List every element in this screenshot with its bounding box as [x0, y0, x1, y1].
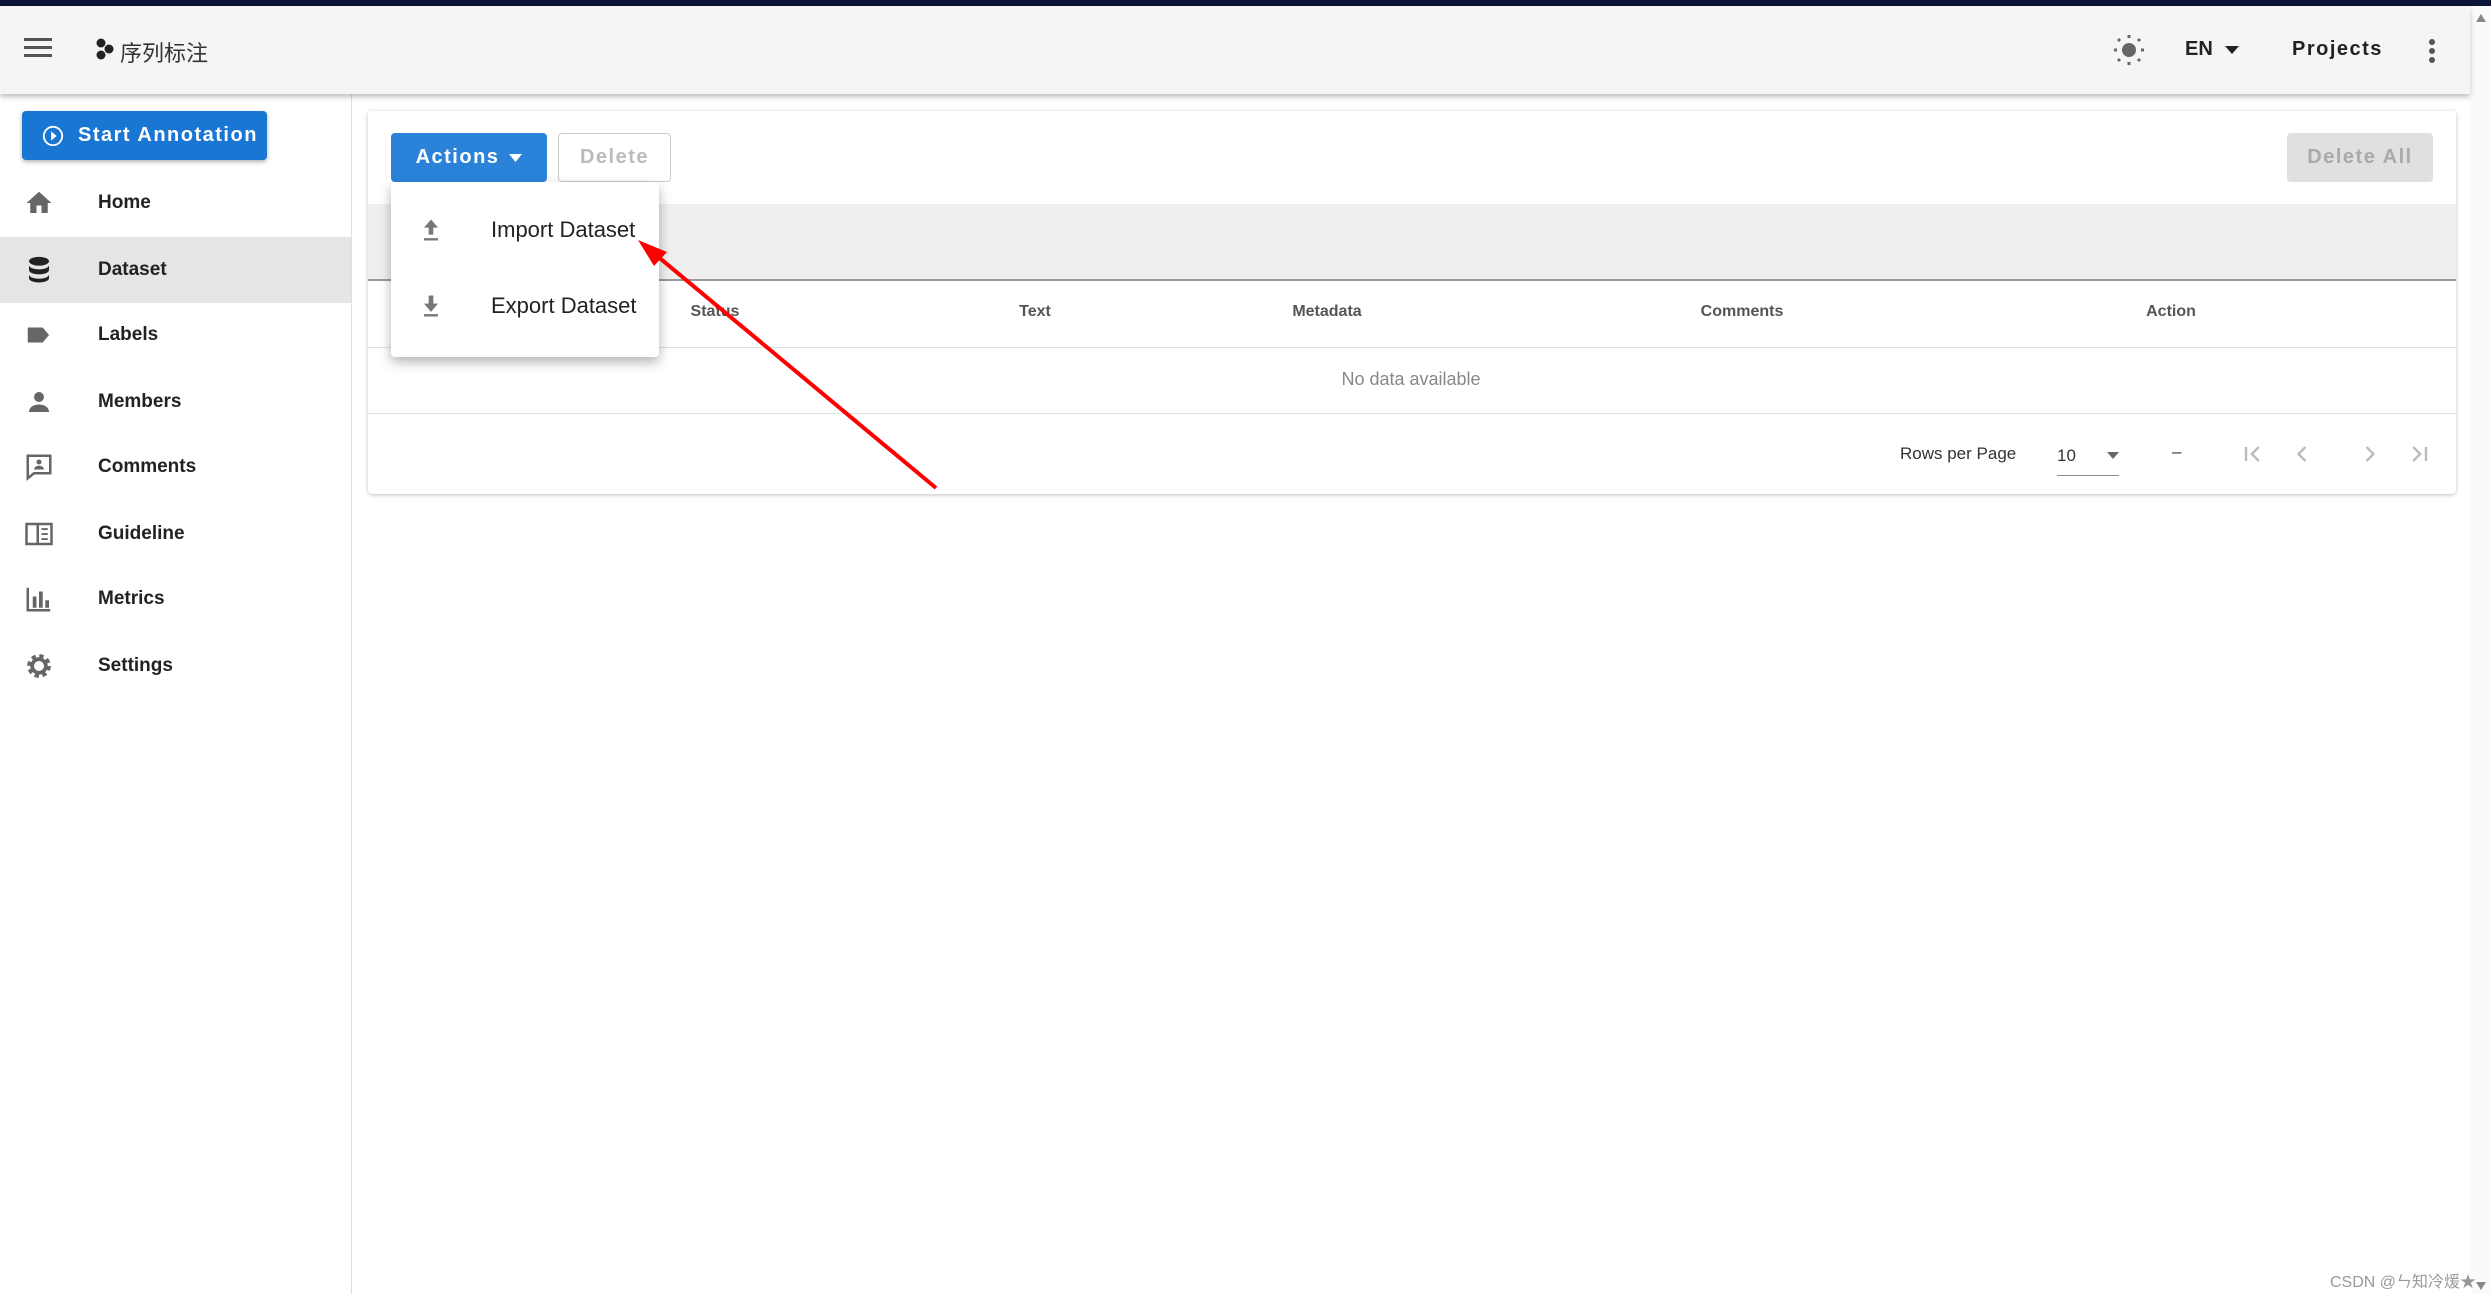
rows-per-page-label: Rows per Page — [1900, 444, 2017, 463]
download-icon — [424, 295, 438, 317]
divider — [368, 347, 2456, 348]
app-bar: 序列标注 EN Projects — [0, 6, 2470, 94]
language-select[interactable]: EN — [2185, 38, 2239, 61]
book-icon — [25, 522, 53, 546]
sidebar-item-label: Dataset — [98, 259, 167, 280]
app-title[interactable]: 序列标注 — [120, 36, 208, 68]
column-header-status[interactable]: Status — [691, 303, 740, 321]
menu-item-label: Export Dataset — [491, 293, 637, 318]
sidebar-item-label: Home — [98, 192, 151, 213]
scroll-up-icon[interactable] — [2476, 14, 2486, 22]
database-icon — [29, 256, 49, 283]
comment-icon — [26, 454, 52, 481]
bar-chart-icon — [26, 587, 51, 612]
delete-all-button[interactable]: Delete All — [2287, 133, 2433, 182]
column-header-text[interactable]: Text — [1019, 303, 1051, 321]
watermark: CSDN @ㄣ知冷煖★ — [2330, 1274, 2477, 1291]
menu-icon[interactable] — [24, 36, 52, 58]
sidebar: Home Dataset Labels Members Comments Gui… — [0, 94, 352, 1294]
caret-down-icon — [509, 153, 523, 162]
actions-menu: Import Dataset Export Dataset — [391, 182, 659, 357]
scroll-down-icon[interactable] — [2476, 1282, 2486, 1290]
menu-item-label: Import Dataset — [491, 217, 636, 242]
caret-down-icon — [2107, 452, 2119, 459]
sidebar-item-dataset[interactable]: Dataset — [0, 237, 351, 303]
logo-icon — [96, 38, 114, 60]
label-icon — [27, 327, 49, 343]
table-toolbar — [368, 204, 2456, 281]
page-range: – — [2172, 442, 2182, 461]
previous-page-icon[interactable] — [2288, 440, 2316, 468]
delete-button[interactable]: Delete — [558, 133, 671, 182]
menu-item-import-dataset[interactable]: Import Dataset — [391, 192, 659, 268]
play-circle-icon — [42, 125, 64, 146]
sidebar-item-label: Settings — [98, 655, 173, 676]
sidebar-item-label: Comments — [98, 456, 197, 477]
theme-toggle-icon[interactable] — [2113, 34, 2145, 66]
rows-per-page-value: 10 — [2057, 445, 2076, 465]
actions-label: Actions — [415, 146, 500, 168]
start-annotation-button[interactable]: Start Annotation — [22, 111, 267, 160]
column-header-metadata[interactable]: Metadata — [1292, 303, 1361, 321]
language-value: EN — [2185, 38, 2213, 60]
menu-item-export-dataset[interactable]: Export Dataset — [391, 268, 659, 344]
projects-link[interactable]: Projects — [2292, 38, 2383, 61]
actions-button[interactable]: Actions — [391, 133, 547, 182]
divider — [368, 413, 2456, 414]
column-header-comments[interactable]: Comments — [1701, 303, 1784, 321]
sidebar-item-metrics[interactable]: Metrics — [0, 566, 351, 632]
empty-message: No data available — [1341, 369, 1481, 389]
start-annotation-label: Start Annotation — [78, 124, 258, 146]
next-page-icon[interactable] — [2356, 440, 2384, 468]
sidebar-item-settings[interactable]: Settings — [0, 633, 351, 699]
first-page-icon[interactable] — [2239, 440, 2267, 468]
column-header-action[interactable]: Action — [2146, 303, 2196, 321]
last-page-icon[interactable] — [2405, 440, 2433, 468]
sidebar-item-guideline[interactable]: Guideline — [0, 501, 351, 567]
dataset-card — [368, 111, 2456, 494]
gear-icon — [27, 654, 51, 678]
more-vert-icon[interactable] — [2427, 38, 2437, 64]
sidebar-item-home[interactable]: Home — [0, 170, 351, 236]
scrollbar[interactable] — [2471, 6, 2491, 1294]
person-icon — [29, 392, 49, 412]
upload-icon — [424, 219, 438, 241]
sidebar-item-label: Metrics — [98, 588, 165, 609]
sidebar-item-label: Labels — [98, 324, 159, 345]
sidebar-item-label: Guideline — [98, 523, 185, 544]
sidebar-item-members[interactable]: Members — [0, 369, 351, 435]
home-icon — [26, 191, 52, 213]
sidebar-item-comments[interactable]: Comments — [0, 434, 351, 500]
sidebar-item-labels[interactable]: Labels — [0, 302, 351, 368]
sidebar-item-label: Members — [98, 391, 182, 412]
caret-down-icon — [2224, 45, 2239, 54]
rows-per-page-select[interactable]: 10 — [2057, 436, 2119, 476]
